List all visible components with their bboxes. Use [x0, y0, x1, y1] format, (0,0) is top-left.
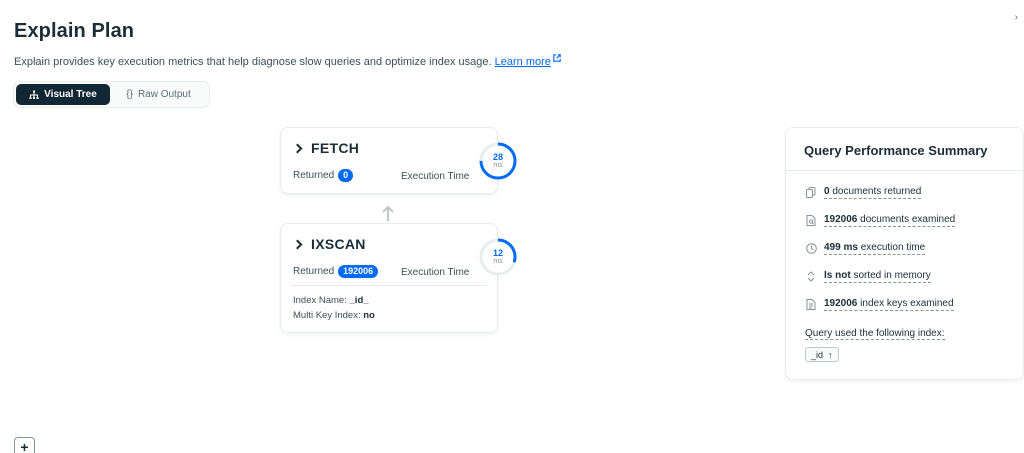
summary-text[interactable]: Is not sorted in memory	[824, 270, 931, 283]
stage-header[interactable]: FETCH	[292, 140, 360, 156]
returned-badge: 0	[338, 169, 354, 182]
summary-item-index-keys: 192006 index keys examined	[805, 298, 954, 311]
stage-node-fetch[interactable]: FETCH Returned 0 Execution Time	[280, 127, 498, 194]
stage-name: FETCH	[311, 140, 360, 156]
summary-value: 192006	[824, 298, 858, 309]
summary-text[interactable]: 499 ms execution time	[824, 242, 926, 255]
raw-output-tab[interactable]: {} Raw Output	[110, 84, 207, 105]
summary-value: 192006	[824, 214, 858, 225]
visual-tree-tab[interactable]: Visual Tree	[16, 84, 110, 105]
summary-label: documents returned	[832, 186, 922, 197]
returned-row: Returned 192006	[293, 265, 379, 278]
returned-badge: 192006	[338, 265, 379, 278]
stage-node-ixscan[interactable]: IXSCAN Returned 192006 Execution Time In…	[280, 223, 498, 333]
summary-text[interactable]: 192006 index keys examined	[824, 298, 954, 311]
zoom-in-button[interactable]: +	[14, 437, 35, 453]
query-performance-summary: Query Performance Summary 0 documents re…	[785, 127, 1024, 380]
execution-time-label: Execution Time	[401, 267, 470, 278]
summary-value: Is not	[824, 270, 851, 281]
index-used-label[interactable]: Query used the following index:	[805, 328, 945, 340]
execution-time-gauge: 12 ms	[478, 237, 518, 277]
visual-tree-label: Visual Tree	[44, 89, 97, 100]
summary-label: sorted in memory	[853, 270, 931, 281]
arrow-up-icon: ↑	[828, 349, 833, 360]
summary-label: execution time	[860, 242, 926, 253]
execution-time-gauge: 28 ms	[478, 141, 518, 181]
page-title: Explain Plan	[14, 20, 135, 42]
summary-value: 499 ms	[824, 242, 858, 253]
documents-icon	[805, 187, 817, 199]
sort-icon	[805, 271, 817, 283]
chevron-right-icon	[292, 239, 303, 249]
gauge-value: 12	[492, 248, 503, 258]
learn-more-link[interactable]: Learn more	[495, 56, 551, 68]
summary-item-examined: 192006 documents examined	[805, 214, 956, 227]
multi-key-row: Multi Key Index: no	[293, 310, 375, 321]
summary-value: 0	[824, 186, 830, 197]
divider	[786, 170, 1023, 171]
raw-output-label: Raw Output	[137, 89, 191, 100]
divider	[291, 285, 487, 286]
summary-text[interactable]: 0 documents returned	[824, 186, 922, 199]
multi-key-label: Multi Key Index:	[293, 310, 361, 321]
description-text: Explain provides key execution metrics t…	[14, 56, 492, 68]
index-name-row: Index Name: _id_	[293, 295, 369, 306]
index-chip-label: _id	[811, 349, 824, 360]
braces-icon: {}	[126, 89, 133, 100]
page-description: Explain provides key execution metrics t…	[14, 54, 561, 68]
index-chip: _id ↑	[805, 347, 839, 362]
external-link-icon	[553, 54, 561, 62]
returned-label: Returned	[293, 170, 335, 181]
summary-label: documents examined	[860, 214, 956, 225]
gauge-unit: ms	[493, 162, 503, 169]
execution-time-label: Execution Time	[401, 171, 470, 182]
summary-item-exec-time: 499 ms execution time	[805, 242, 926, 255]
gauge-value: 28	[492, 152, 503, 162]
chevron-right-icon	[292, 143, 303, 153]
summary-label: index keys examined	[860, 298, 954, 309]
close-icon[interactable]: ›	[1015, 12, 1018, 23]
index-keys-icon	[805, 299, 817, 311]
clock-icon	[805, 243, 817, 255]
index-name-value: _id_	[349, 295, 369, 306]
stage-header[interactable]: IXSCAN	[292, 236, 366, 252]
tree-icon	[29, 90, 39, 99]
document-search-icon	[805, 215, 817, 227]
returned-row: Returned 0	[293, 169, 354, 182]
summary-item-returned: 0 documents returned	[805, 186, 922, 199]
stage-name: IXSCAN	[311, 236, 366, 252]
view-toggle: Visual Tree {} Raw Output	[13, 81, 210, 108]
multi-key-value: no	[363, 310, 375, 321]
summary-text[interactable]: 192006 documents examined	[824, 214, 956, 227]
summary-item-sort: Is not sorted in memory	[805, 270, 931, 283]
arrow-up-icon	[382, 205, 394, 221]
returned-label: Returned	[293, 266, 335, 277]
summary-title: Query Performance Summary	[804, 143, 988, 158]
gauge-unit: ms	[493, 258, 503, 265]
index-name-label: Index Name:	[293, 295, 347, 306]
